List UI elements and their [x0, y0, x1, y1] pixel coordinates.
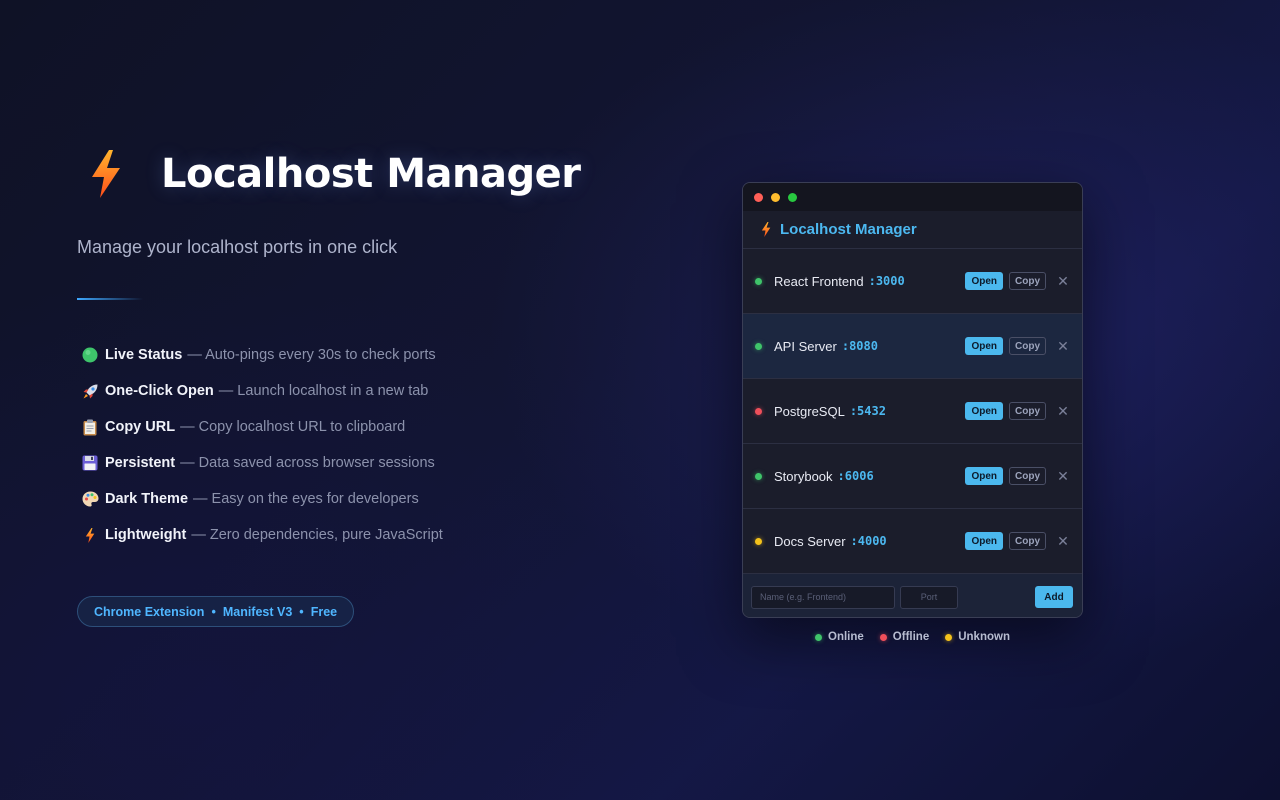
feature-item: Dark Theme — Easy on the eyes for develo… [77, 481, 637, 517]
page-subtitle: Manage your localhost ports in one click [77, 237, 398, 257]
popup-title: Localhost Manager [780, 221, 917, 238]
open-button[interactable]: Open [965, 402, 1003, 420]
service-port: :8080 [841, 339, 878, 353]
copy-button[interactable]: Copy [1009, 467, 1046, 485]
open-button[interactable]: Open [965, 532, 1003, 550]
copy-button[interactable]: Copy [1009, 337, 1046, 355]
feature-title: Persistent [105, 455, 176, 471]
service-name: Docs Server [774, 533, 846, 549]
feature-item: Lightweight — Zero dependencies, pure Ja… [77, 517, 637, 553]
copy-button[interactable]: Copy [1009, 402, 1046, 420]
feature-desc: — Easy on the eyes for developers [193, 491, 419, 507]
divider [77, 298, 143, 300]
lightning-icon [92, 150, 120, 198]
lightning-icon [761, 222, 771, 237]
badge-text: Manifest V3 [222, 604, 293, 619]
open-button[interactable]: Open [965, 337, 1003, 355]
feature-title: One-Click Open [105, 383, 214, 399]
status-online-dot [755, 472, 762, 480]
info-badge: Chrome Extension • Manifest V3 • Free [77, 596, 355, 627]
status-online-dot [815, 633, 823, 641]
feature-desc: — Zero dependencies, pure JavaScript [191, 527, 443, 543]
status-offline-dot [755, 407, 762, 415]
legend-unknown: Unknown [945, 631, 1010, 643]
legend-online: Online [815, 631, 864, 643]
status-offline-dot [879, 633, 887, 641]
page-title: Localhost Manager [161, 151, 581, 197]
feature-title: Copy URL [105, 419, 176, 435]
minimize-window-button[interactable] [771, 192, 780, 202]
badge-text: Chrome Extension [94, 604, 205, 619]
open-button[interactable]: Open [965, 467, 1003, 485]
extension-popup-window: Localhost Manager React Frontend :3000 O… [742, 182, 1083, 618]
service-name: Storybook [774, 468, 833, 484]
feature-desc: — Launch localhost in a new tab [218, 383, 429, 399]
remove-icon[interactable]: ✕ [1056, 274, 1070, 288]
status-online-dot [755, 342, 762, 350]
service-port: :5432 [849, 404, 886, 418]
status-unknown-dot [945, 633, 953, 641]
service-row: PostgreSQL :5432 Open Copy ✕ [743, 379, 1082, 444]
feature-desc: — Copy localhost URL to clipboard [180, 419, 406, 435]
feature-desc: — Data saved across browser sessions [180, 455, 435, 471]
window-titlebar [743, 183, 1082, 211]
green-circle-icon [79, 345, 101, 365]
service-name: API Server [774, 338, 837, 354]
hero-section: Localhost Manager Manage your localhost … [77, 148, 637, 627]
service-name: React Frontend [774, 273, 864, 289]
service-name: PostgreSQL [774, 403, 845, 419]
badge-separator: • [299, 604, 304, 619]
add-button[interactable]: Add [1035, 586, 1073, 608]
status-unknown-dot [755, 537, 762, 545]
feature-item: Persistent — Data saved across browser s… [77, 445, 637, 481]
badge-text: Free [310, 604, 338, 619]
hero-title-row: Localhost Manager [77, 148, 637, 200]
service-row: Storybook :6006 Open Copy ✕ [743, 444, 1082, 509]
lightning-icon [79, 525, 101, 545]
rocket-icon [79, 381, 101, 401]
service-port: :4000 [850, 534, 887, 548]
feature-item: One-Click Open — Launch localhost in a n… [77, 373, 637, 409]
remove-icon[interactable]: ✕ [1056, 534, 1070, 548]
clipboard-icon [79, 417, 101, 437]
badge-separator: • [211, 604, 216, 619]
status-legend: Online Offline Unknown [742, 631, 1083, 643]
maximize-window-button[interactable] [788, 192, 797, 202]
service-row: Docs Server :4000 Open Copy ✕ [743, 509, 1082, 574]
copy-button[interactable]: Copy [1009, 532, 1046, 550]
open-button[interactable]: Open [965, 272, 1003, 290]
remove-icon[interactable]: ✕ [1056, 469, 1070, 483]
service-port: :6006 [837, 469, 874, 483]
feature-item: Copy URL — Copy localhost URL to clipboa… [77, 409, 637, 445]
feature-list: Live Status — Auto-pings every 30s to ch… [77, 337, 637, 553]
feature-title: Live Status [105, 347, 183, 363]
close-window-button[interactable] [754, 192, 763, 202]
remove-icon[interactable]: ✕ [1056, 339, 1070, 353]
floppy-disk-icon [79, 453, 101, 473]
legend-label: Online [828, 631, 864, 643]
service-port-input[interactable] [900, 585, 958, 609]
service-row: React Frontend :3000 Open Copy ✕ [743, 249, 1082, 314]
feature-desc: — Auto-pings every 30s to check ports [187, 347, 436, 363]
legend-offline: Offline [879, 631, 930, 643]
service-name-input[interactable] [751, 585, 895, 609]
service-row: API Server :8080 Open Copy ✕ [743, 314, 1082, 379]
popup-header: Localhost Manager [743, 211, 1082, 249]
feature-title: Dark Theme [105, 491, 189, 507]
legend-label: Offline [892, 631, 930, 643]
feature-item: Live Status — Auto-pings every 30s to ch… [77, 337, 637, 373]
copy-button[interactable]: Copy [1009, 272, 1046, 290]
status-online-dot [755, 277, 762, 285]
legend-label: Unknown [958, 631, 1010, 643]
service-port: :3000 [868, 274, 905, 288]
remove-icon[interactable]: ✕ [1056, 404, 1070, 418]
add-service-bar: Add [743, 574, 1082, 617]
palette-icon [79, 489, 101, 509]
feature-title: Lightweight [105, 527, 187, 543]
